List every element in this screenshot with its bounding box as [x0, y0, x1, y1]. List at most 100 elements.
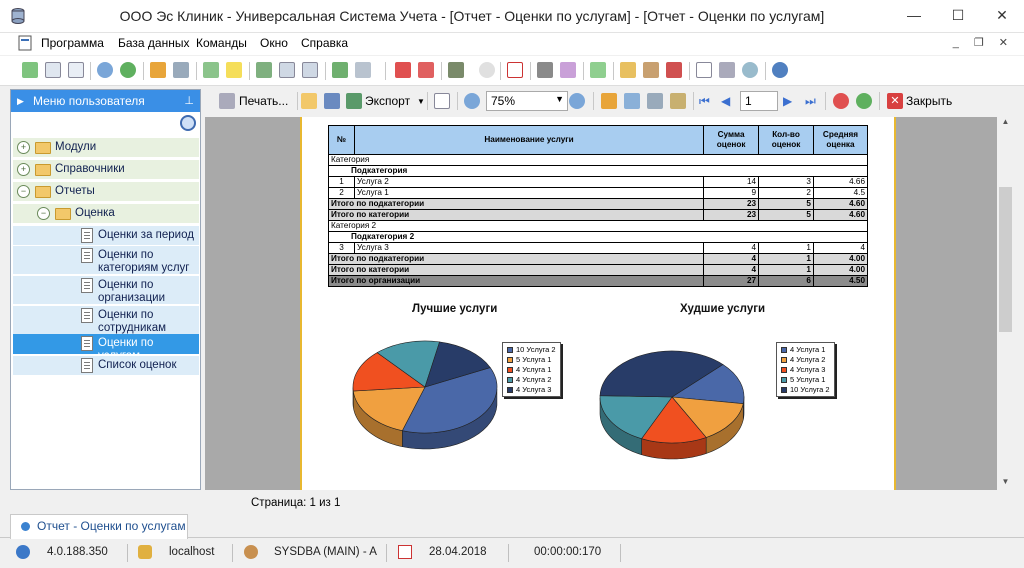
menu-program[interactable]: Программа [41, 36, 104, 50]
total-label: Итого по категории [327, 209, 705, 221]
legend-label: 4 Услуга 1 [790, 345, 826, 354]
menu-window[interactable]: Окно [260, 36, 288, 50]
copy-icon[interactable] [45, 62, 61, 78]
save-icon[interactable] [324, 93, 340, 109]
close-icon[interactable]: ✕ [887, 93, 903, 109]
scroll-thumb[interactable] [999, 187, 1012, 332]
export-excel-icon[interactable] [332, 62, 348, 78]
tab-report-by-services[interactable]: Отчет - Оценки по услугам [10, 514, 188, 539]
search-icon[interactable] [97, 62, 113, 78]
legend-label: 4 Услуга 2 [516, 375, 552, 384]
scroll-up-icon[interactable]: ▲ [997, 117, 1014, 126]
document-icon [18, 35, 32, 51]
last-page-icon[interactable]: ⏭ [805, 93, 821, 109]
sum-value: 23 [703, 209, 760, 221]
report-header-row: № Наименование услуги Сумма оценок Кол-в… [328, 125, 869, 155]
filter-clear-icon[interactable] [173, 62, 189, 78]
collapse-icon[interactable]: − [37, 207, 50, 220]
export-dropdown-icon[interactable]: ▼ [417, 97, 425, 106]
calendar-icon [398, 545, 412, 559]
report-icon [81, 358, 93, 373]
calendar-icon[interactable] [507, 62, 523, 78]
print-button[interactable]: Печать... [239, 94, 288, 108]
zoom-select[interactable]: 75% ▼ [486, 91, 568, 111]
zoom-out-icon[interactable] [569, 93, 585, 109]
expand-all-icon[interactable] [279, 62, 295, 78]
report-page: № Наименование услуги Сумма оценок Кол-в… [300, 117, 896, 490]
zoom-in-icon[interactable] [464, 93, 480, 109]
search-icon[interactable] [180, 115, 196, 131]
stop-icon[interactable] [833, 93, 849, 109]
close-window-button[interactable]: ✕ [980, 0, 1024, 30]
add-row-icon[interactable] [203, 62, 219, 78]
legend-label: 4 Услуга 3 [516, 385, 552, 394]
add-icon[interactable] [22, 62, 38, 78]
export-button[interactable]: Экспорт [365, 94, 410, 108]
pin-icon[interactable]: ⊥ [184, 90, 194, 112]
toolbar-separator [583, 62, 584, 80]
menu-help[interactable]: Справка [301, 36, 348, 50]
toolbar-separator [593, 92, 594, 110]
plug-icon[interactable] [666, 62, 682, 78]
legend-label: 4 Услуга 2 [790, 355, 826, 364]
collapse-all-icon[interactable] [302, 62, 318, 78]
preview-scrollbar[interactable]: ▲ ▼ [997, 117, 1014, 490]
title-bar: ООО Эс Клиник - Универсальная Система Уч… [0, 0, 1024, 33]
new-page-icon[interactable] [68, 62, 84, 78]
info-icon[interactable] [772, 62, 788, 78]
lock-icon[interactable] [620, 62, 636, 78]
refresh-icon[interactable] [120, 62, 136, 78]
expand-icon[interactable]: + [17, 163, 30, 176]
average-value: 4.66 [812, 176, 869, 188]
next-page-icon[interactable]: ▶ [783, 93, 799, 109]
tab-label: Отчет - Оценки по услугам [37, 519, 186, 533]
mdi-window-buttons[interactable]: _ ❐ ✕ [953, 36, 1014, 49]
tools-icon[interactable] [537, 62, 553, 78]
legend-item: 10 Услуга 2 [507, 345, 556, 355]
note-icon[interactable] [226, 62, 242, 78]
menu-database[interactable]: База данных [118, 36, 189, 50]
filter-icon[interactable] [150, 62, 166, 78]
count-value: 1 [758, 242, 814, 254]
chevron-down-icon[interactable]: ▼ [555, 94, 564, 104]
page-number-input[interactable]: 1 [740, 91, 778, 111]
minimize-button[interactable]: — [892, 0, 936, 30]
first-page-icon[interactable]: ⏮ [699, 93, 715, 109]
collapse-arrow-icon[interactable]: ▶ [17, 90, 24, 112]
scroll-down-icon[interactable]: ▼ [997, 477, 1014, 486]
legend-item: 4 Услуга 2 [507, 375, 556, 385]
check-icon[interactable] [590, 62, 606, 78]
share-icon[interactable] [742, 62, 758, 78]
menu-commands[interactable]: Команды [196, 36, 247, 50]
refresh-icon[interactable] [856, 93, 872, 109]
tree-icon[interactable] [256, 62, 272, 78]
maximize-button[interactable]: ☐ [936, 0, 980, 30]
close-window-icon[interactable] [418, 62, 434, 78]
collapse-icon[interactable]: − [17, 185, 30, 198]
settings-icon[interactable] [560, 62, 576, 78]
expand-icon[interactable]: + [17, 141, 30, 154]
print-icon[interactable] [719, 62, 735, 78]
close-report-button[interactable]: Закрыть [906, 94, 952, 108]
prev-page-icon[interactable]: ◀ [721, 93, 737, 109]
thumbnails-icon[interactable] [624, 93, 640, 109]
service-name: Услуга 3 [353, 242, 705, 254]
toolbar-separator [693, 92, 694, 110]
table-icon[interactable] [696, 62, 712, 78]
edit-icon[interactable] [670, 93, 686, 109]
export-icon[interactable] [346, 93, 362, 109]
users-icon[interactable] [643, 62, 659, 78]
status-separator [127, 544, 128, 562]
new-window-icon[interactable] [395, 62, 411, 78]
open-icon[interactable] [301, 93, 317, 109]
sum-value: 9 [703, 187, 760, 199]
outline-icon[interactable] [601, 93, 617, 109]
page-setup-icon[interactable] [434, 93, 450, 109]
exit-icon[interactable] [448, 62, 464, 78]
find-icon[interactable] [647, 93, 663, 109]
toolbar-separator [530, 62, 531, 80]
print-icon[interactable] [219, 93, 235, 109]
sidebar-item-label: Оценка [75, 207, 115, 219]
grid-options-icon[interactable] [355, 62, 371, 78]
toolbar-separator [90, 62, 91, 80]
